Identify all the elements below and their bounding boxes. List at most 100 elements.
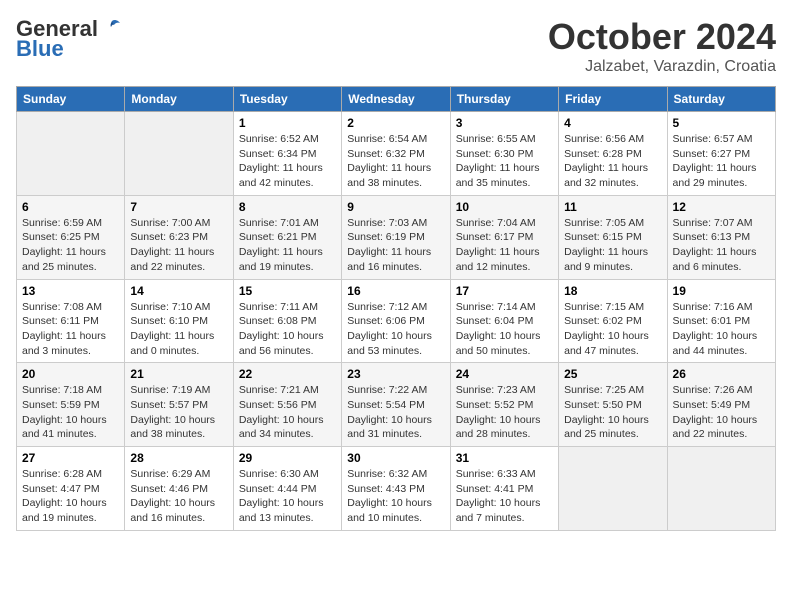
calendar-cell: 18 Sunrise: 7:15 AMSunset: 6:02 PMDayligh…: [559, 279, 667, 363]
calendar-week-row: 1 Sunrise: 6:52 AMSunset: 6:34 PMDaylight…: [17, 112, 776, 196]
day-number: 3: [456, 116, 553, 130]
calendar-cell: 17 Sunrise: 7:14 AMSunset: 6:04 PMDayligh…: [450, 279, 558, 363]
day-info: Sunrise: 7:23 AMSunset: 5:52 PMDaylight:…: [456, 383, 553, 442]
calendar-cell: 1 Sunrise: 6:52 AMSunset: 6:34 PMDaylight…: [233, 112, 341, 196]
calendar-week-row: 6Sunrise: 6:59 AMSunset: 6:25 PMDaylight…: [17, 195, 776, 279]
day-info: Sunrise: 6:33 AMSunset: 4:41 PMDaylight:…: [456, 467, 553, 526]
col-header-sunday: Sunday: [17, 87, 125, 112]
day-info: Sunrise: 7:11 AMSunset: 6:08 PMDaylight:…: [239, 300, 336, 359]
calendar-header-row: SundayMondayTuesdayWednesdayThursdayFrid…: [17, 87, 776, 112]
day-number: 22: [239, 367, 336, 381]
day-info: Sunrise: 6:57 AMSunset: 6:27 PMDaylight:…: [673, 132, 770, 191]
calendar-cell: 16 Sunrise: 7:12 AMSunset: 6:06 PMDayligh…: [342, 279, 450, 363]
calendar-cell: 30 Sunrise: 6:32 AMSunset: 4:43 PMDayligh…: [342, 447, 450, 531]
day-number: 28: [130, 451, 227, 465]
day-number: 1: [239, 116, 336, 130]
day-number: 14: [130, 284, 227, 298]
day-number: 5: [673, 116, 770, 130]
calendar-week-row: 20 Sunrise: 7:18 AMSunset: 5:59 PMDayligh…: [17, 363, 776, 447]
day-number: 12: [673, 200, 770, 214]
day-info: Sunrise: 7:19 AMSunset: 5:57 PMDaylight:…: [130, 383, 227, 442]
day-info: Sunrise: 7:14 AMSunset: 6:04 PMDaylight:…: [456, 300, 553, 359]
day-number: 29: [239, 451, 336, 465]
calendar-cell: 23 Sunrise: 7:22 AMSunset: 5:54 PMDayligh…: [342, 363, 450, 447]
col-header-saturday: Saturday: [667, 87, 775, 112]
day-number: 10: [456, 200, 553, 214]
logo-blue-text: Blue: [16, 36, 64, 62]
day-info: Sunrise: 7:03 AMSunset: 6:19 PMDaylight:…: [347, 216, 444, 275]
day-info: Sunrise: 7:12 AMSunset: 6:06 PMDaylight:…: [347, 300, 444, 359]
day-number: 27: [22, 451, 119, 465]
day-number: 19: [673, 284, 770, 298]
calendar-cell: 28Sunrise: 6:29 AMSunset: 4:46 PMDayligh…: [125, 447, 233, 531]
logo: General Blue: [16, 16, 122, 62]
day-info: Sunrise: 7:26 AMSunset: 5:49 PMDaylight:…: [673, 383, 770, 442]
day-number: 2: [347, 116, 444, 130]
day-number: 30: [347, 451, 444, 465]
calendar-cell: 26 Sunrise: 7:26 AMSunset: 5:49 PMDayligh…: [667, 363, 775, 447]
col-header-tuesday: Tuesday: [233, 87, 341, 112]
col-header-monday: Monday: [125, 87, 233, 112]
calendar-cell: 7Sunrise: 7:00 AMSunset: 6:23 PMDaylight…: [125, 195, 233, 279]
day-info: Sunrise: 7:16 AMSunset: 6:01 PMDaylight:…: [673, 300, 770, 359]
day-info: Sunrise: 6:28 AMSunset: 4:47 PMDaylight:…: [22, 467, 119, 526]
month-year-title: October 2024: [548, 16, 776, 58]
day-info: Sunrise: 6:52 AMSunset: 6:34 PMDaylight:…: [239, 132, 336, 191]
day-info: Sunrise: 7:15 AMSunset: 6:02 PMDaylight:…: [564, 300, 661, 359]
day-info: Sunrise: 7:21 AMSunset: 5:56 PMDaylight:…: [239, 383, 336, 442]
day-number: 31: [456, 451, 553, 465]
day-number: 4: [564, 116, 661, 130]
day-info: Sunrise: 6:32 AMSunset: 4:43 PMDaylight:…: [347, 467, 444, 526]
calendar-cell: 2Sunrise: 6:54 AMSunset: 6:32 PMDaylight…: [342, 112, 450, 196]
calendar-cell: 29 Sunrise: 6:30 AMSunset: 4:44 PMDayligh…: [233, 447, 341, 531]
day-number: 21: [130, 367, 227, 381]
day-info: Sunrise: 7:07 AMSunset: 6:13 PMDaylight:…: [673, 216, 770, 275]
day-number: 23: [347, 367, 444, 381]
calendar-cell: 11 Sunrise: 7:05 AMSunset: 6:15 PMDayligh…: [559, 195, 667, 279]
day-info: Sunrise: 7:22 AMSunset: 5:54 PMDaylight:…: [347, 383, 444, 442]
day-info: Sunrise: 6:56 AMSunset: 6:28 PMDaylight:…: [564, 132, 661, 191]
col-header-thursday: Thursday: [450, 87, 558, 112]
calendar-cell: [125, 112, 233, 196]
day-number: 17: [456, 284, 553, 298]
day-number: 26: [673, 367, 770, 381]
day-number: 11: [564, 200, 661, 214]
calendar-cell: 22 Sunrise: 7:21 AMSunset: 5:56 PMDayligh…: [233, 363, 341, 447]
calendar-cell: 9 Sunrise: 7:03 AMSunset: 6:19 PMDaylight…: [342, 195, 450, 279]
calendar-cell: 27 Sunrise: 6:28 AMSunset: 4:47 PMDayligh…: [17, 447, 125, 531]
day-number: 8: [239, 200, 336, 214]
calendar-cell: 14Sunrise: 7:10 AMSunset: 6:10 PMDayligh…: [125, 279, 233, 363]
day-info: Sunrise: 6:59 AMSunset: 6:25 PMDaylight:…: [22, 216, 119, 275]
day-info: Sunrise: 7:05 AMSunset: 6:15 PMDaylight:…: [564, 216, 661, 275]
day-info: Sunrise: 7:04 AMSunset: 6:17 PMDaylight:…: [456, 216, 553, 275]
day-number: 9: [347, 200, 444, 214]
calendar-cell: 6Sunrise: 6:59 AMSunset: 6:25 PMDaylight…: [17, 195, 125, 279]
calendar-cell: 20 Sunrise: 7:18 AMSunset: 5:59 PMDayligh…: [17, 363, 125, 447]
page-header: General Blue October 2024 Jalzabet, Vara…: [16, 16, 776, 76]
calendar-cell: 8Sunrise: 7:01 AMSunset: 6:21 PMDaylight…: [233, 195, 341, 279]
day-number: 20: [22, 367, 119, 381]
calendar-cell: 3 Sunrise: 6:55 AMSunset: 6:30 PMDaylight…: [450, 112, 558, 196]
day-info: Sunrise: 7:00 AMSunset: 6:23 PMDaylight:…: [130, 216, 227, 275]
day-info: Sunrise: 6:55 AMSunset: 6:30 PMDaylight:…: [456, 132, 553, 191]
day-number: 18: [564, 284, 661, 298]
col-header-friday: Friday: [559, 87, 667, 112]
calendar-week-row: 27 Sunrise: 6:28 AMSunset: 4:47 PMDayligh…: [17, 447, 776, 531]
calendar-cell: 5 Sunrise: 6:57 AMSunset: 6:27 PMDaylight…: [667, 112, 775, 196]
day-info: Sunrise: 6:30 AMSunset: 4:44 PMDaylight:…: [239, 467, 336, 526]
calendar-cell: 12 Sunrise: 7:07 AMSunset: 6:13 PMDayligh…: [667, 195, 775, 279]
day-info: Sunrise: 7:18 AMSunset: 5:59 PMDaylight:…: [22, 383, 119, 442]
location-subtitle: Jalzabet, Varazdin, Croatia: [548, 58, 776, 76]
day-number: 15: [239, 284, 336, 298]
logo-bird-icon: [100, 17, 122, 39]
day-number: 24: [456, 367, 553, 381]
day-number: 25: [564, 367, 661, 381]
calendar-cell: 10 Sunrise: 7:04 AMSunset: 6:17 PMDayligh…: [450, 195, 558, 279]
calendar-cell: 21 Sunrise: 7:19 AMSunset: 5:57 PMDayligh…: [125, 363, 233, 447]
calendar-cell: [667, 447, 775, 531]
calendar-cell: 25Sunrise: 7:25 AMSunset: 5:50 PMDayligh…: [559, 363, 667, 447]
calendar-cell: [559, 447, 667, 531]
day-info: Sunrise: 7:08 AMSunset: 6:11 PMDaylight:…: [22, 300, 119, 359]
calendar-cell: 15 Sunrise: 7:11 AMSunset: 6:08 PMDayligh…: [233, 279, 341, 363]
day-number: 16: [347, 284, 444, 298]
